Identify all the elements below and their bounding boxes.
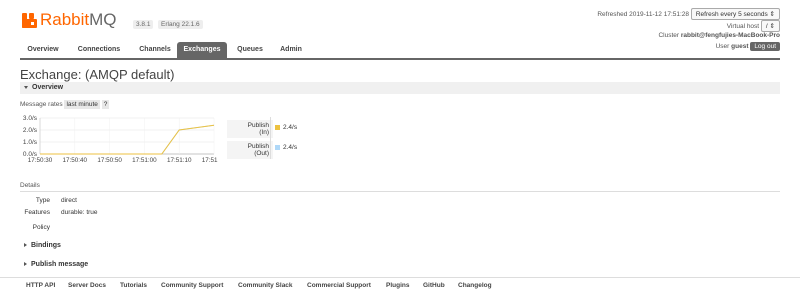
features-value-row: durable: true — [61, 209, 98, 216]
footer-link-changelog[interactable]: Changelog — [458, 282, 492, 289]
series-line-publish-in — [40, 124, 215, 155]
legend-value-publish-in: 2.4/s — [283, 124, 298, 131]
x-tick-label: 17:51:20 — [202, 157, 218, 164]
collapse-triangle-icon — [24, 85, 28, 89]
series-line-publish-out — [40, 124, 215, 155]
bindings-heading: Bindings — [31, 242, 61, 249]
x-tick-label: 17:51:10 — [167, 157, 192, 164]
policy-label: Policy — [32, 224, 50, 231]
publish-message-heading: Publish message — [31, 261, 89, 268]
overview-heading: Overview — [32, 84, 64, 91]
erlang-version-badge: Erlang 22.1.6 — [158, 20, 203, 29]
x-tick-label: 17:51:00 — [132, 157, 157, 164]
tab-admin[interactable]: Admin — [273, 42, 309, 58]
type-value: direct — [61, 197, 77, 204]
footer-link-commercial-support[interactable]: Commercial Support — [307, 282, 371, 289]
tab-queues[interactable]: Queues — [230, 42, 270, 58]
bindings-section-header[interactable]: Bindings — [24, 242, 61, 249]
legend-swatch-publish-in — [275, 124, 280, 130]
overview-section-header[interactable]: Overview — [20, 82, 780, 94]
publish-message-section-header[interactable]: Publish message — [24, 261, 88, 268]
main-nav-tabs: Overview Connections Channels Exchanges … — [20, 42, 780, 60]
footer-link-plugins[interactable]: Plugins — [386, 282, 409, 289]
y-tick-label: 2.0/s — [23, 127, 38, 134]
legend-value-publish-out-row: 2.4/s — [275, 144, 297, 151]
legend-publish-in: Publish (In) — [227, 120, 273, 138]
x-tick-label: 17:50:30 — [28, 157, 53, 164]
refreshed-text: Refreshed 2019-11-12 17:51:28 — [597, 11, 690, 18]
footer-link-community-slack[interactable]: Community Slack — [238, 282, 293, 289]
time-range-selector[interactable]: last minute — [64, 100, 100, 109]
expand-triangle-icon — [24, 243, 27, 248]
footer-link-github[interactable]: GitHub — [423, 282, 445, 289]
details-heading: Details — [20, 182, 40, 189]
help-button[interactable]: ? — [101, 100, 110, 109]
legend-label-publish-out: Publish (Out) — [227, 141, 273, 159]
rabbitmq-logo-icon — [22, 12, 37, 28]
cluster-label: Cluster — [658, 32, 680, 39]
legend-value-publish-out: 2.4/s — [283, 144, 298, 151]
type-label: Type — [35, 197, 50, 204]
footer-link-tutorials[interactable]: Tutorials — [120, 282, 147, 289]
tab-exchanges[interactable]: Exchanges — [177, 42, 227, 58]
features-durable-value: true — [86, 209, 98, 216]
legend-swatch-publish-out — [275, 144, 280, 150]
footer-link-community-support[interactable]: Community Support — [161, 282, 223, 289]
cluster-name: rabbit@fengfujies-MacBook-Pro — [680, 32, 780, 39]
virtual-host-area: Virtual host / ⇕ — [727, 20, 780, 32]
virtual-host-select[interactable]: / ⇕ — [760, 20, 780, 32]
footer-link-http-api[interactable]: HTTP API — [26, 282, 55, 289]
legend-value-publish-in-row: 2.4/s — [275, 124, 297, 131]
legend-publish-out: Publish (Out) — [227, 141, 273, 159]
message-rates-chart: 3.0/s2.0/s1.0/s0.0/s 17:50:30 17:50:40 17:… — [23, 115, 218, 164]
refresh-area: Refreshed 2019-11-12 17:51:28 Refresh ev… — [597, 8, 780, 20]
message-rates-label: Message rates — [20, 101, 63, 108]
tab-connections[interactable]: Connections — [69, 42, 129, 58]
refresh-interval-select[interactable]: Refresh every 5 seconds ⇕ — [690, 8, 780, 20]
y-tick-label: 1.0/s — [23, 139, 38, 146]
tab-channels[interactable]: Channels — [130, 42, 180, 58]
footer-links: HTTP API Server Docs Tutorials Community… — [0, 277, 800, 296]
footer-link-server-docs[interactable]: Server Docs — [68, 282, 106, 289]
message-rates-row: Message rates last minute ? — [20, 100, 110, 109]
details-divider — [20, 191, 780, 192]
page-title: Exchange: (AMQP default) — [20, 67, 175, 82]
version-badge: 3.8.1 — [133, 20, 154, 29]
tab-overview[interactable]: Overview — [20, 42, 66, 58]
cluster-info: Cluster rabbit@fengfujies-MacBook-Pro — [658, 32, 780, 39]
features-label: Features — [24, 209, 50, 216]
y-tick-label: 3.0/s — [23, 115, 38, 122]
legend-label-publish-in: Publish (In) — [227, 120, 273, 138]
features-durable-key: durable: — [61, 209, 85, 216]
x-tick-label: 17:50:40 — [63, 157, 88, 164]
virtual-host-label: Virtual host — [726, 23, 760, 30]
expand-triangle-icon — [24, 262, 27, 267]
legend-divider — [270, 117, 271, 159]
x-tick-label: 17:50:50 — [97, 157, 122, 164]
logo-text: RabbitMQ — [40, 10, 117, 29]
rabbitmq-logo: RabbitMQ — [22, 10, 117, 30]
